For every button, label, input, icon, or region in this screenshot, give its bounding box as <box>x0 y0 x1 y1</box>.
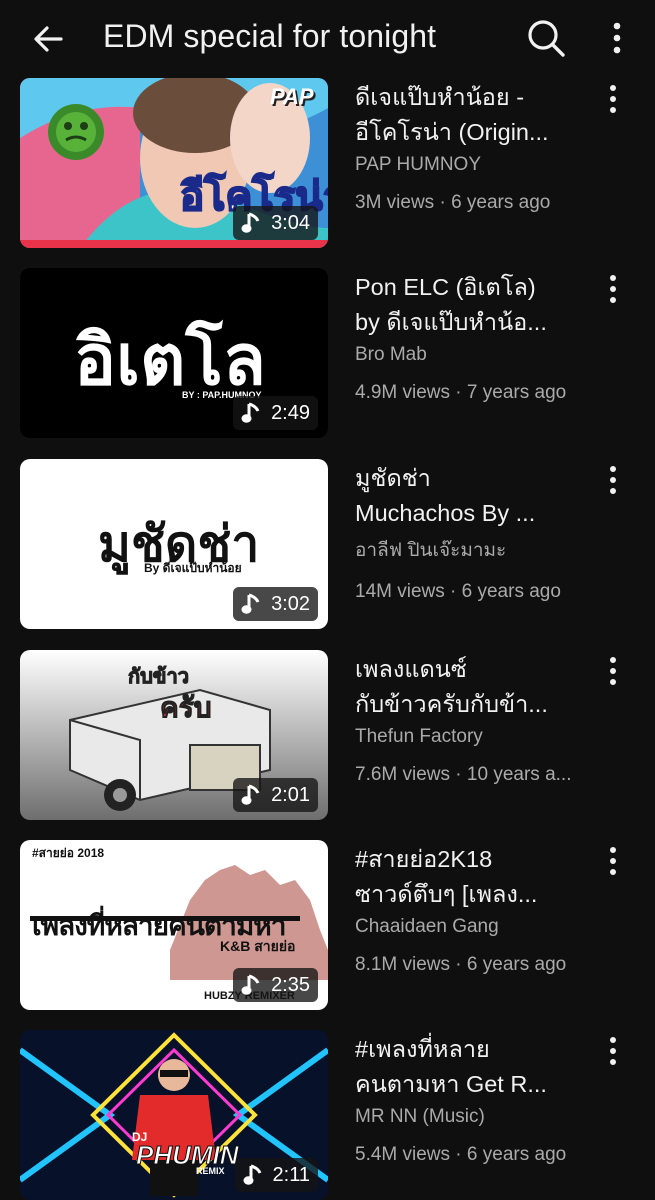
music-note-icon <box>241 974 260 995</box>
video-stats: 3M views · 6 years ago <box>355 192 551 213</box>
video-meta: #เพลงที่หลาย คนตามหา Get R... MR NN (Mus… <box>355 1032 595 1166</box>
music-note-icon <box>241 402 260 423</box>
video-thumbnail[interactable]: มูชัดช่า By ดีเจแป๊บหำน้อย 3:02 <box>20 459 328 629</box>
video-title-line1: #เพลงที่หลาย <box>355 1036 490 1062</box>
music-note-icon <box>241 212 260 233</box>
duration-badge: 2:11 <box>234 1158 318 1192</box>
video-title-line2: คนตามหา Get R... <box>355 1071 547 1097</box>
more-vert-icon[interactable] <box>600 1034 626 1068</box>
duration-text: 2:11 <box>272 1163 310 1186</box>
duration-text: 2:35 <box>271 973 310 996</box>
duration-badge: 2:35 <box>233 968 318 1002</box>
duration-badge: 3:02 <box>233 587 318 621</box>
video-title-line1: ดีเจแป๊บหำน้อย - <box>355 84 525 110</box>
more-vert-icon[interactable] <box>604 18 630 58</box>
back-arrow-icon[interactable] <box>28 20 68 60</box>
duration-text: 2:49 <box>271 401 310 424</box>
video-title-line2: อีโคโรน่า (Origin... <box>355 119 549 145</box>
video-title: #เพลงที่หลาย คนตามหา Get R... <box>355 1032 595 1102</box>
video-meta: ดีเจแป๊บหำน้อย - อีโคโรน่า (Origin... PA… <box>355 80 595 214</box>
video-stats: 7.6M views · 10 years a... <box>355 764 572 785</box>
video-title: Pon ELC (อิเตโล) by ดีเจแป๊บหำน้อ... <box>355 270 595 340</box>
channel-name: MR NN (Music) <box>355 1106 485 1127</box>
video-stats: 4.9M views · 7 years ago <box>355 382 567 403</box>
music-note-icon <box>243 1164 261 1185</box>
video-title: มูชัดช่า Muchachos By ... <box>355 461 595 531</box>
video-title: เพลงแดนซ์ กับข้าวครับกับข้า... <box>355 652 595 722</box>
music-note-icon <box>241 784 260 805</box>
channel-name: Thefun Factory <box>355 726 483 747</box>
thumbnail-subtext: By ดีเจแป๊บหำน้อย <box>144 561 242 575</box>
video-thumbnail[interactable]: PAP อีโคโรน่า 3:04 <box>20 78 328 248</box>
channel-name: Bro Mab <box>355 344 427 365</box>
thumbnail-subtext: K&B สายย่อ <box>220 938 296 954</box>
video-title-line1: #สายย่อ2K18 <box>355 846 493 872</box>
video-thumbnail[interactable]: DJ PHUMIN REMIX 2:11 <box>20 1030 328 1200</box>
thumbnail-subtext: ครับ <box>160 692 213 724</box>
video-thumbnail[interactable]: อิเตโล BY : PAP.HUMNOY 2:49 <box>20 268 328 438</box>
video-title-line1: เพลงแดนซ์ <box>355 656 467 682</box>
channel-name: Chaaidaen Gang <box>355 916 499 937</box>
video-item[interactable]: #สายย่อ 2018 เพลงที่หลายคนตามหา K&B สายย… <box>0 840 655 1010</box>
thumbnail-badge: PAP <box>270 84 314 109</box>
search-icon[interactable] <box>524 16 568 60</box>
video-item[interactable]: PAP อีโคโรน่า 3:04 ดีเจแป๊บหำน้อย - อีโค… <box>0 78 655 248</box>
duration-badge: 2:49 <box>233 396 318 430</box>
duration-text: 3:04 <box>271 211 310 234</box>
video-meta: มูชัดช่า Muchachos By ... อาลีฟ ปินเจ๊ะม… <box>355 461 595 603</box>
more-vert-icon[interactable] <box>600 844 626 878</box>
duration-text: 3:02 <box>271 592 310 615</box>
video-stats: 5.4M views · 6 years ago <box>355 1144 567 1165</box>
video-meta: เพลงแดนซ์ กับข้าวครับกับข้า... Thefun Fa… <box>355 652 595 786</box>
duration-badge: 3:04 <box>233 206 318 240</box>
video-title-line2: by ดีเจแป๊บหำน้อ... <box>355 309 547 335</box>
video-title-line2: Muchachos By ... <box>355 500 536 526</box>
video-item[interactable]: กับข้าว ครับ 2:01 เพลงแดนซ์ กับข้าวครับก… <box>0 650 655 820</box>
video-title: #สายย่อ2K18 ซาวด์ตึบๆ [เพลง... <box>355 842 595 912</box>
channel-name: อาลีฟ ปินเจ๊ะมามะ <box>355 540 507 561</box>
video-title-line1: Pon ELC (อิเตโล) <box>355 274 536 300</box>
video-title-line2: ซาวด์ตึบๆ [เพลง... <box>355 881 538 907</box>
video-item[interactable]: DJ PHUMIN REMIX 2:11 #เพลงที่หลาย คนตามห… <box>0 1030 655 1200</box>
video-meta: #สายย่อ2K18 ซาวด์ตึบๆ [เพลง... Chaaidaen… <box>355 842 595 976</box>
video-item[interactable]: มูชัดช่า By ดีเจแป๊บหำน้อย 3:02 มูชัดช่า… <box>0 459 655 629</box>
video-stats: 8.1M views · 6 years ago <box>355 954 567 975</box>
duration-text: 2:01 <box>271 783 310 806</box>
video-meta: Pon ELC (อิเตโล) by ดีเจแป๊บหำน้อ... Bro… <box>355 270 595 404</box>
more-vert-icon[interactable] <box>600 654 626 688</box>
more-vert-icon[interactable] <box>600 82 626 116</box>
thumbnail-toptext: #สายย่อ 2018 <box>32 846 105 860</box>
thumbnail-footer: REMIX <box>196 1166 225 1176</box>
video-thumbnail[interactable]: กับข้าว ครับ 2:01 <box>20 650 328 820</box>
duration-badge: 2:01 <box>233 778 318 812</box>
more-vert-icon[interactable] <box>600 463 626 497</box>
video-stats: 14M views · 6 years ago <box>355 581 561 602</box>
video-title-line1: มูชัดช่า <box>355 465 431 491</box>
video-title: ดีเจแป๊บหำน้อย - อีโคโรน่า (Origin... <box>355 80 595 150</box>
page-title: EDM special for tonight <box>103 18 437 54</box>
video-item[interactable]: อิเตโล BY : PAP.HUMNOY 2:49 Pon ELC (อิเ… <box>0 268 655 438</box>
video-thumbnail[interactable]: #สายย่อ 2018 เพลงที่หลายคนตามหา K&B สายย… <box>20 840 328 1010</box>
top-app-bar: EDM special for tonight <box>0 0 655 76</box>
more-vert-icon[interactable] <box>600 272 626 306</box>
channel-name: PAP HUMNOY <box>355 154 481 175</box>
video-title-line2: กับข้าวครับกับข้า... <box>355 691 548 717</box>
music-note-icon <box>241 593 260 614</box>
